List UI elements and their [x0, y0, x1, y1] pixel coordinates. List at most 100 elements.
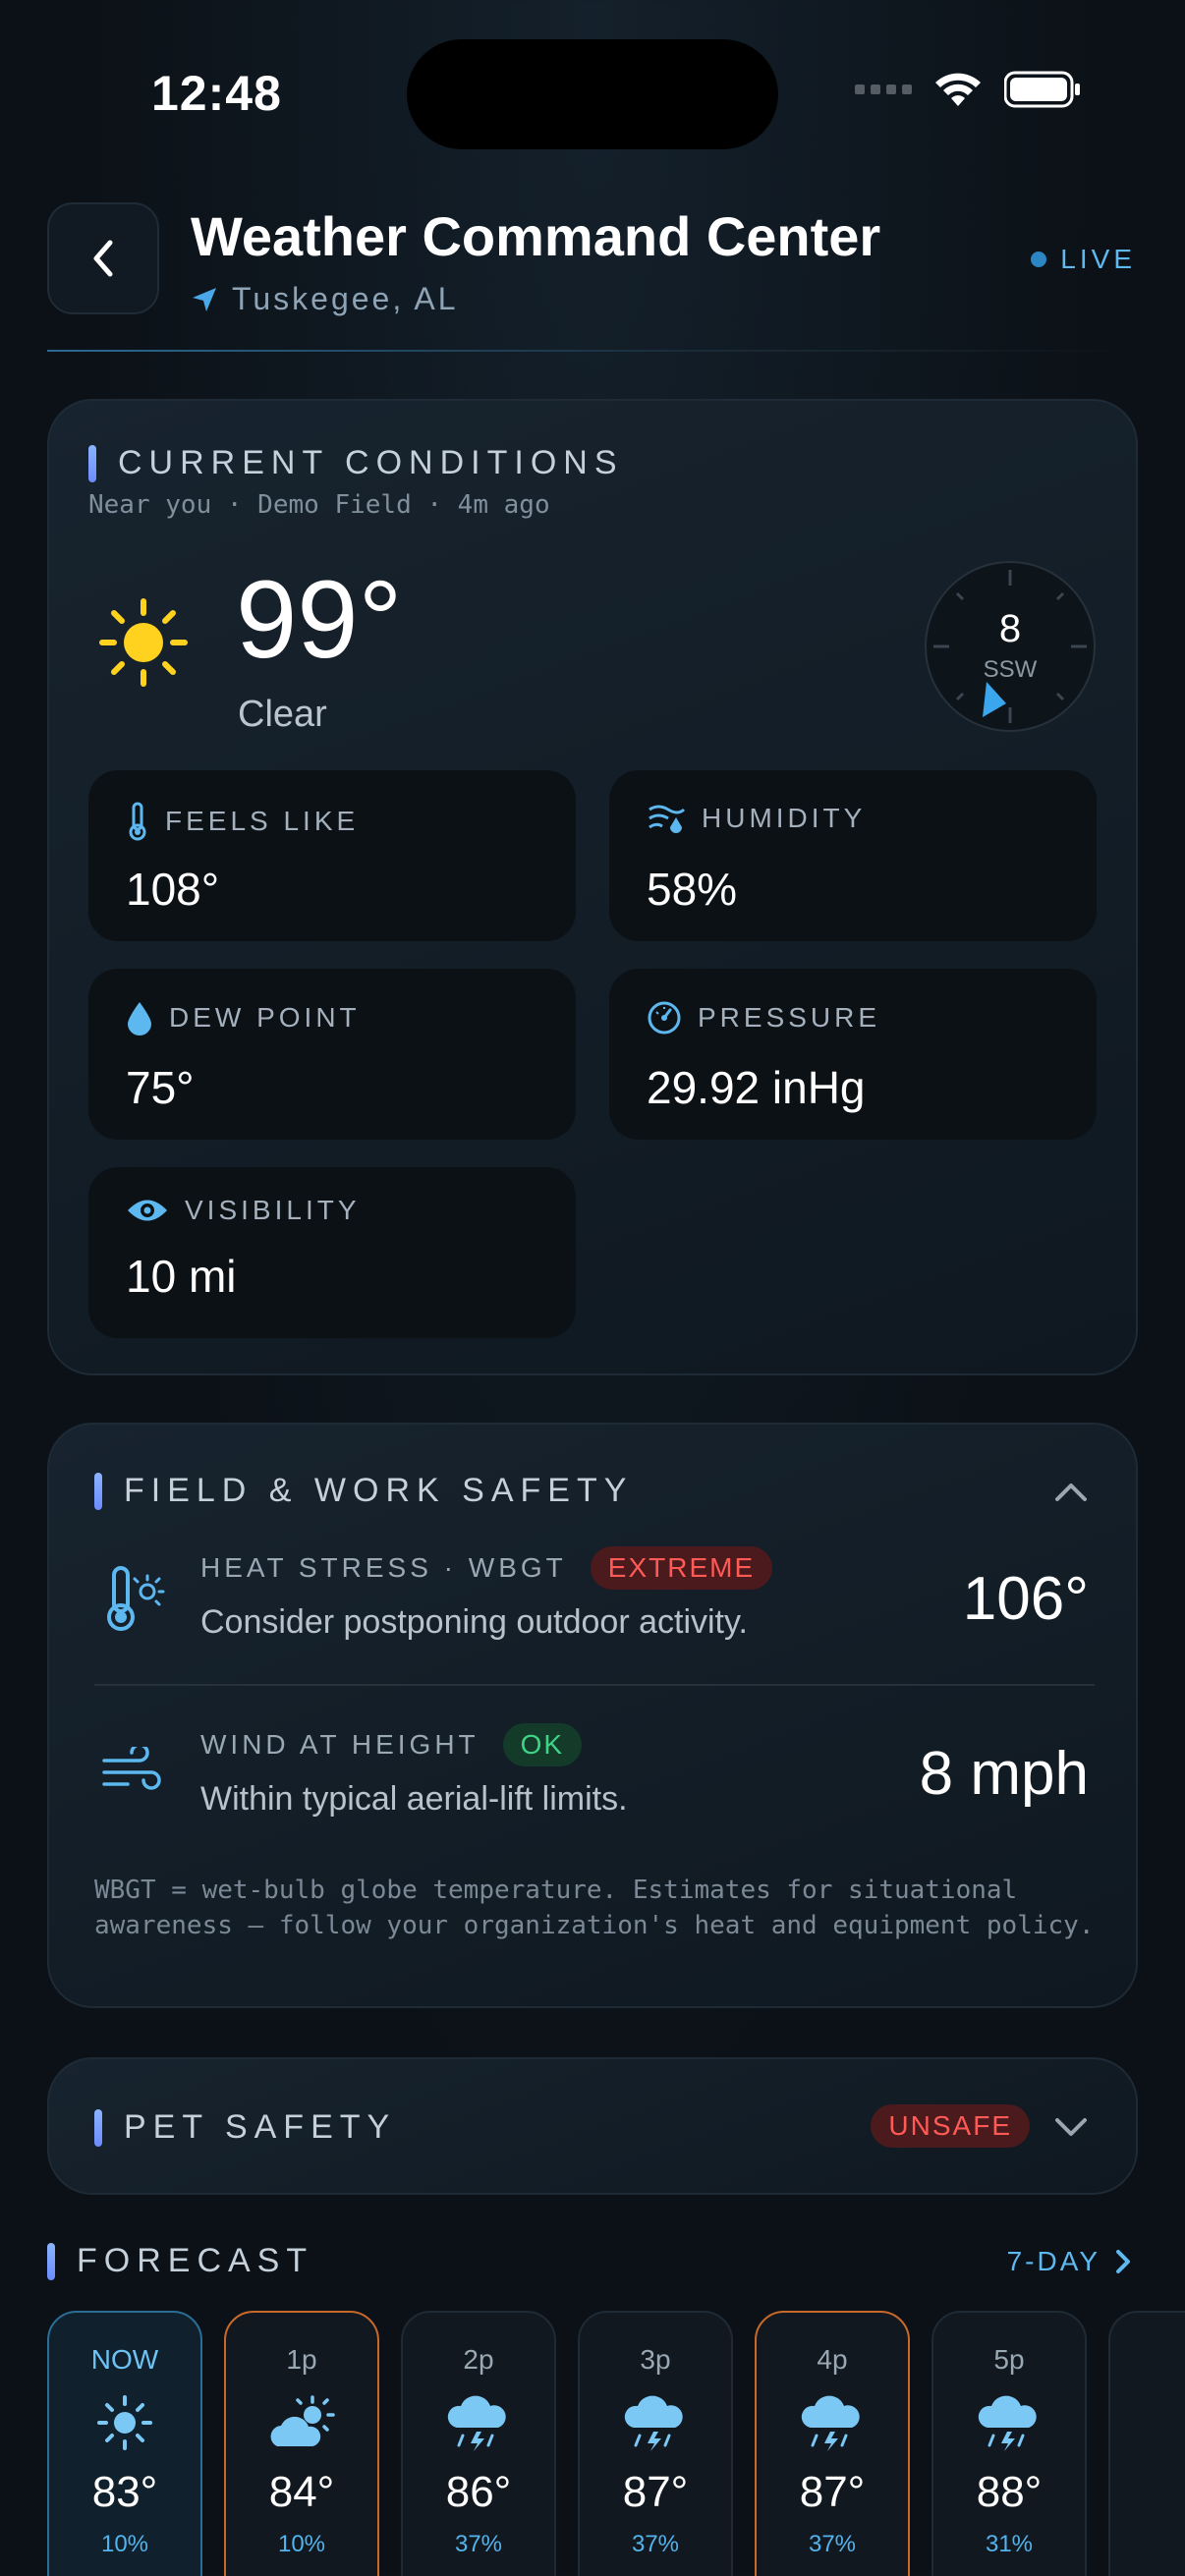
forecast-temp: 88° — [976, 2468, 1043, 2516]
section-accent — [94, 2108, 102, 2147]
forecast-time: 5p — [993, 2344, 1025, 2375]
forecast-temp: 87° — [799, 2468, 866, 2516]
location-label[interactable]: Tuskegee, AL — [191, 281, 459, 317]
current-conditions-card: CURRENT CONDITIONS Near you · Demo Field… — [47, 399, 1138, 1375]
tile-value: 75° — [126, 1062, 195, 1113]
ok-badge: OK — [502, 1723, 583, 1766]
field-safety-header[interactable]: FIELD & WORK SAFETY — [94, 1472, 633, 1510]
section-accent — [94, 1472, 102, 1510]
wifi-icon — [935, 73, 981, 106]
tile-value: 10 mi — [126, 1251, 237, 1302]
wind-icon — [102, 1747, 161, 1790]
tile-value: 29.92 inHg — [647, 1062, 866, 1113]
forecast-precip: 31% — [985, 2531, 1034, 2557]
status-time: 12:48 — [151, 66, 282, 121]
forecast-precip: 10% — [100, 2531, 149, 2557]
page-title: Weather Command Center — [191, 205, 881, 267]
extreme-badge: EXTREME — [590, 1546, 773, 1590]
forecast-time: NOW — [90, 2344, 159, 2375]
eye-icon — [128, 1200, 167, 1221]
sun-icon — [99, 598, 188, 687]
current-temperature: 99° — [236, 558, 403, 681]
forecast-hour-card[interactable]: 1p 84° 10% — [224, 2311, 379, 2576]
seven-day-label: 7-DAY — [1006, 2246, 1100, 2276]
tile-label: VISIBILITY — [185, 1195, 361, 1225]
tile-value: 108° — [126, 864, 220, 915]
forecast-hour-card-partial[interactable] — [1108, 2311, 1185, 2576]
conditions-subtitle: Near you · Demo Field · 4m ago — [88, 490, 550, 520]
thunderstorm-icon — [801, 2395, 860, 2451]
field-safety-card: FIELD & WORK SAFETY HEAT STRESS · WBGT E… — [47, 1423, 1138, 2008]
section-accent — [47, 2242, 55, 2280]
live-dot — [1031, 252, 1047, 267]
unsafe-badge: UNSAFE — [871, 2104, 1030, 2148]
chevron-down-icon[interactable] — [1053, 2116, 1089, 2140]
heat-stress-value: 106° — [962, 1565, 1089, 1633]
forecast-temp: 83° — [91, 2468, 158, 2516]
signal-icon — [855, 84, 912, 94]
forecast-hour-card[interactable]: 5p 88° 31% — [931, 2311, 1087, 2576]
status-icons — [855, 71, 1081, 108]
thunderstorm-icon — [624, 2395, 683, 2451]
forecast-hour-card[interactable]: 3p 87° 37% — [578, 2311, 733, 2576]
forecast-header: FORECAST — [47, 2242, 313, 2280]
heat-stress-row: HEAT STRESS · WBGT EXTREME Consider post… — [200, 1546, 773, 1642]
wind-height-row: WIND AT HEIGHT OK Within typical aerial-… — [200, 1723, 628, 1819]
forecast-precip: 10% — [277, 2531, 326, 2557]
current-condition: Clear — [238, 694, 327, 735]
tile-label: DEW POINT — [169, 1002, 361, 1033]
forecast-time: 2p — [463, 2344, 494, 2375]
wind-direction: SSW — [983, 656, 1038, 683]
heat-thermometer-icon — [107, 1566, 165, 1631]
back-button[interactable] — [47, 202, 159, 314]
forecast-hour-card[interactable]: 4p 87° 37% — [755, 2311, 910, 2576]
chevron-left-icon — [93, 240, 113, 277]
tile-label: FEELS LIKE — [165, 806, 360, 836]
location-text: Tuskegee, AL — [232, 281, 459, 316]
forecast-time: 1p — [286, 2344, 317, 2375]
pet-safety-header: PET SAFETY — [94, 2108, 396, 2147]
sun-icon — [97, 2395, 152, 2450]
forecast-hour-card[interactable]: NOW 83° 10% — [47, 2311, 202, 2576]
section-title: CURRENT CONDITIONS — [118, 444, 624, 481]
forecast-temp: 84° — [268, 2468, 335, 2516]
humidity-tile: HUMIDITY 58% — [609, 770, 1097, 941]
header-divider — [47, 350, 1138, 352]
pressure-tile: PRESSURE 29.92 inHg — [609, 969, 1097, 1140]
dynamic-island — [407, 39, 778, 149]
live-label: LIVE — [1060, 244, 1136, 274]
heat-stress-label: HEAT STRESS · WBGT — [200, 1552, 567, 1583]
partly-cloudy-icon — [270, 2395, 335, 2446]
wind-height-value: 8 mph — [919, 1740, 1089, 1808]
chevron-right-icon — [1116, 2250, 1130, 2273]
droplet-icon — [128, 1002, 151, 1036]
row-divider — [94, 1684, 1095, 1686]
forecast-time: 4p — [817, 2344, 848, 2375]
heat-stress-text: Consider postponing outdoor activity. — [200, 1603, 748, 1641]
humidity-icon — [649, 805, 686, 833]
section-title: FIELD & WORK SAFETY — [124, 1472, 634, 1509]
section-accent — [88, 444, 96, 482]
forecast-precip: 37% — [631, 2531, 680, 2557]
battery-icon — [1004, 71, 1080, 108]
forecast-temp: 86° — [445, 2468, 512, 2516]
forecast-hour-card[interactable]: 2p 86° 37% — [401, 2311, 556, 2576]
thunderstorm-icon — [978, 2395, 1037, 2451]
wbgt-note: WBGT = wet-bulb globe temperature. Estim… — [94, 1876, 1095, 1940]
feels-like-tile: FEELS LIKE 108° — [88, 770, 576, 941]
wind-compass: 8 SSW — [924, 560, 1097, 733]
gauge-icon — [648, 1001, 681, 1035]
chevron-up-icon[interactable] — [1053, 1480, 1089, 1503]
forecast-time: 3p — [640, 2344, 671, 2375]
tile-value: 58% — [647, 864, 738, 915]
current-conditions-header: CURRENT CONDITIONS Near you · Demo Field… — [88, 444, 624, 520]
visibility-tile: VISIBILITY 10 mi — [88, 1167, 576, 1338]
section-title: FORECAST — [77, 2242, 314, 2279]
tile-label: PRESSURE — [698, 1002, 881, 1033]
wind-height-label: WIND AT HEIGHT — [200, 1729, 480, 1760]
pet-safety-card[interactable]: PET SAFETY UNSAFE — [47, 2057, 1138, 2195]
forecast-precip: 37% — [454, 2531, 503, 2557]
thunderstorm-icon — [447, 2395, 506, 2451]
wind-speed: 8 — [998, 607, 1022, 650]
seven-day-link[interactable]: 7-DAY — [1007, 2246, 1132, 2277]
